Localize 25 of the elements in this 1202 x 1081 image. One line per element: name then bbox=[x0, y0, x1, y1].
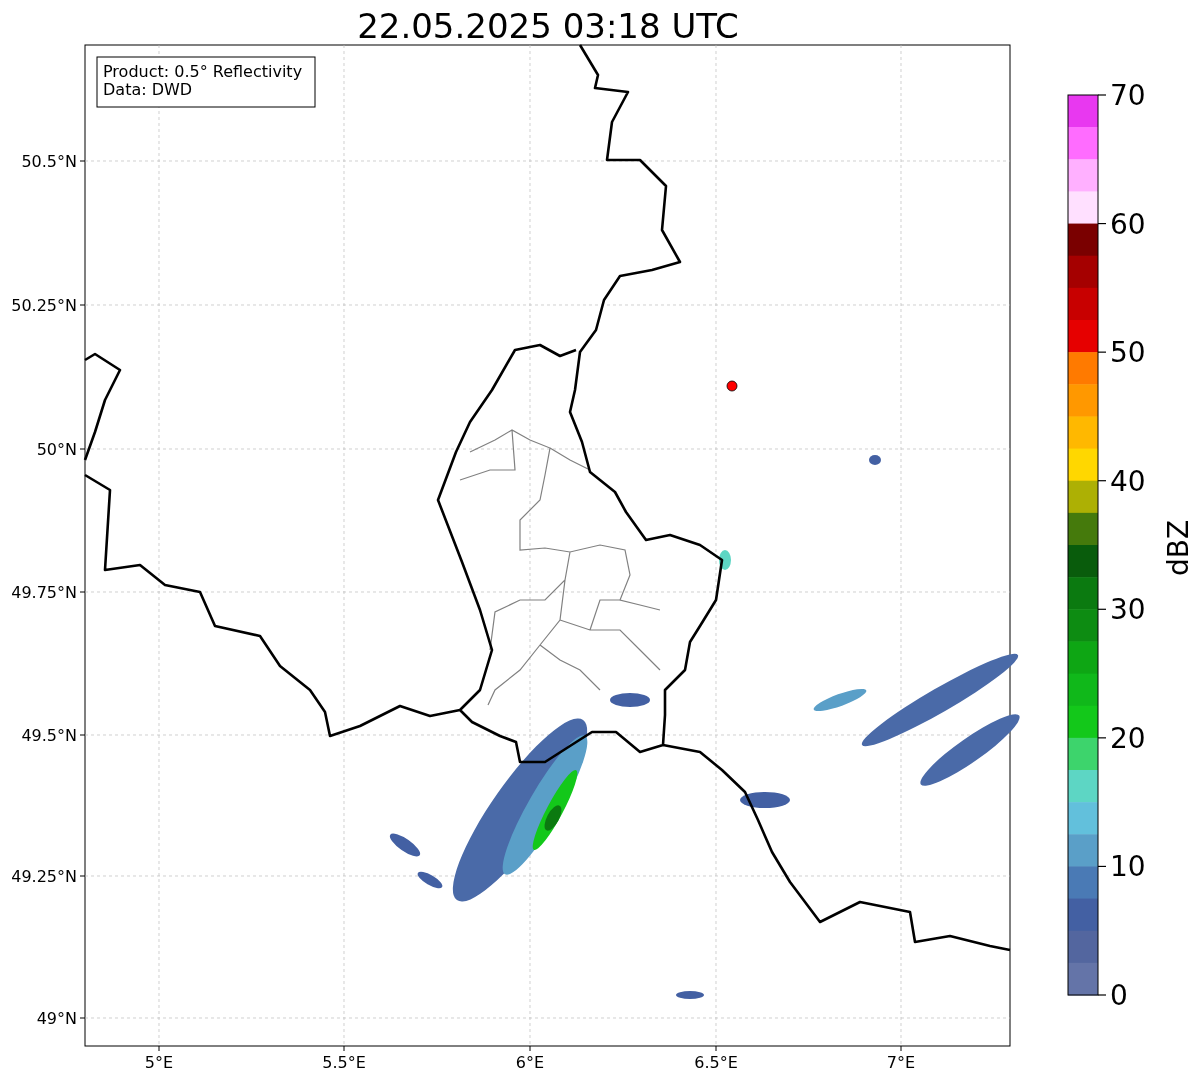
radar-site-marker bbox=[726, 380, 738, 392]
longitude-label: 6°E bbox=[515, 1053, 545, 1072]
info-text: Product: 0.5° Reflectivity bbox=[103, 62, 303, 81]
longitude-label: 5°E bbox=[144, 1053, 174, 1072]
colorbar-tick-label: 70 bbox=[1110, 79, 1146, 112]
longitude-label: 5.5°E bbox=[322, 1053, 366, 1072]
longitude-label: 7°E bbox=[886, 1053, 916, 1072]
latitude-label: 50.25°N bbox=[11, 296, 77, 315]
colorbar-tick-label: 60 bbox=[1110, 207, 1146, 241]
latitude-label: 49.25°N bbox=[11, 867, 77, 886]
colorbar-tick-label: 10 bbox=[1110, 850, 1146, 884]
latitude-label: 50°N bbox=[36, 440, 77, 459]
latitude-label: 49.5°N bbox=[21, 726, 77, 745]
colorbar-tick-label: 50 bbox=[1110, 336, 1146, 370]
colorbar-tick-label: 40 bbox=[1110, 464, 1146, 498]
colorbar-tick-label: 20 bbox=[1110, 721, 1146, 755]
longitude-label: 6.5°E bbox=[694, 1053, 738, 1072]
colorbar-tick-label: 30 bbox=[1110, 593, 1146, 627]
latitude-label: 49.75°N bbox=[11, 583, 77, 602]
colorbar-tick-label: 0 bbox=[1110, 979, 1128, 1012]
chart-title: 22.05.2025 03:18 UTC bbox=[357, 6, 739, 46]
info-text: Data: DWD bbox=[103, 80, 193, 99]
latitude-label: 50.5°N bbox=[21, 152, 77, 171]
colorbar-label: dBZ bbox=[1162, 519, 1195, 577]
latitude-label: 49°N bbox=[36, 1009, 77, 1028]
